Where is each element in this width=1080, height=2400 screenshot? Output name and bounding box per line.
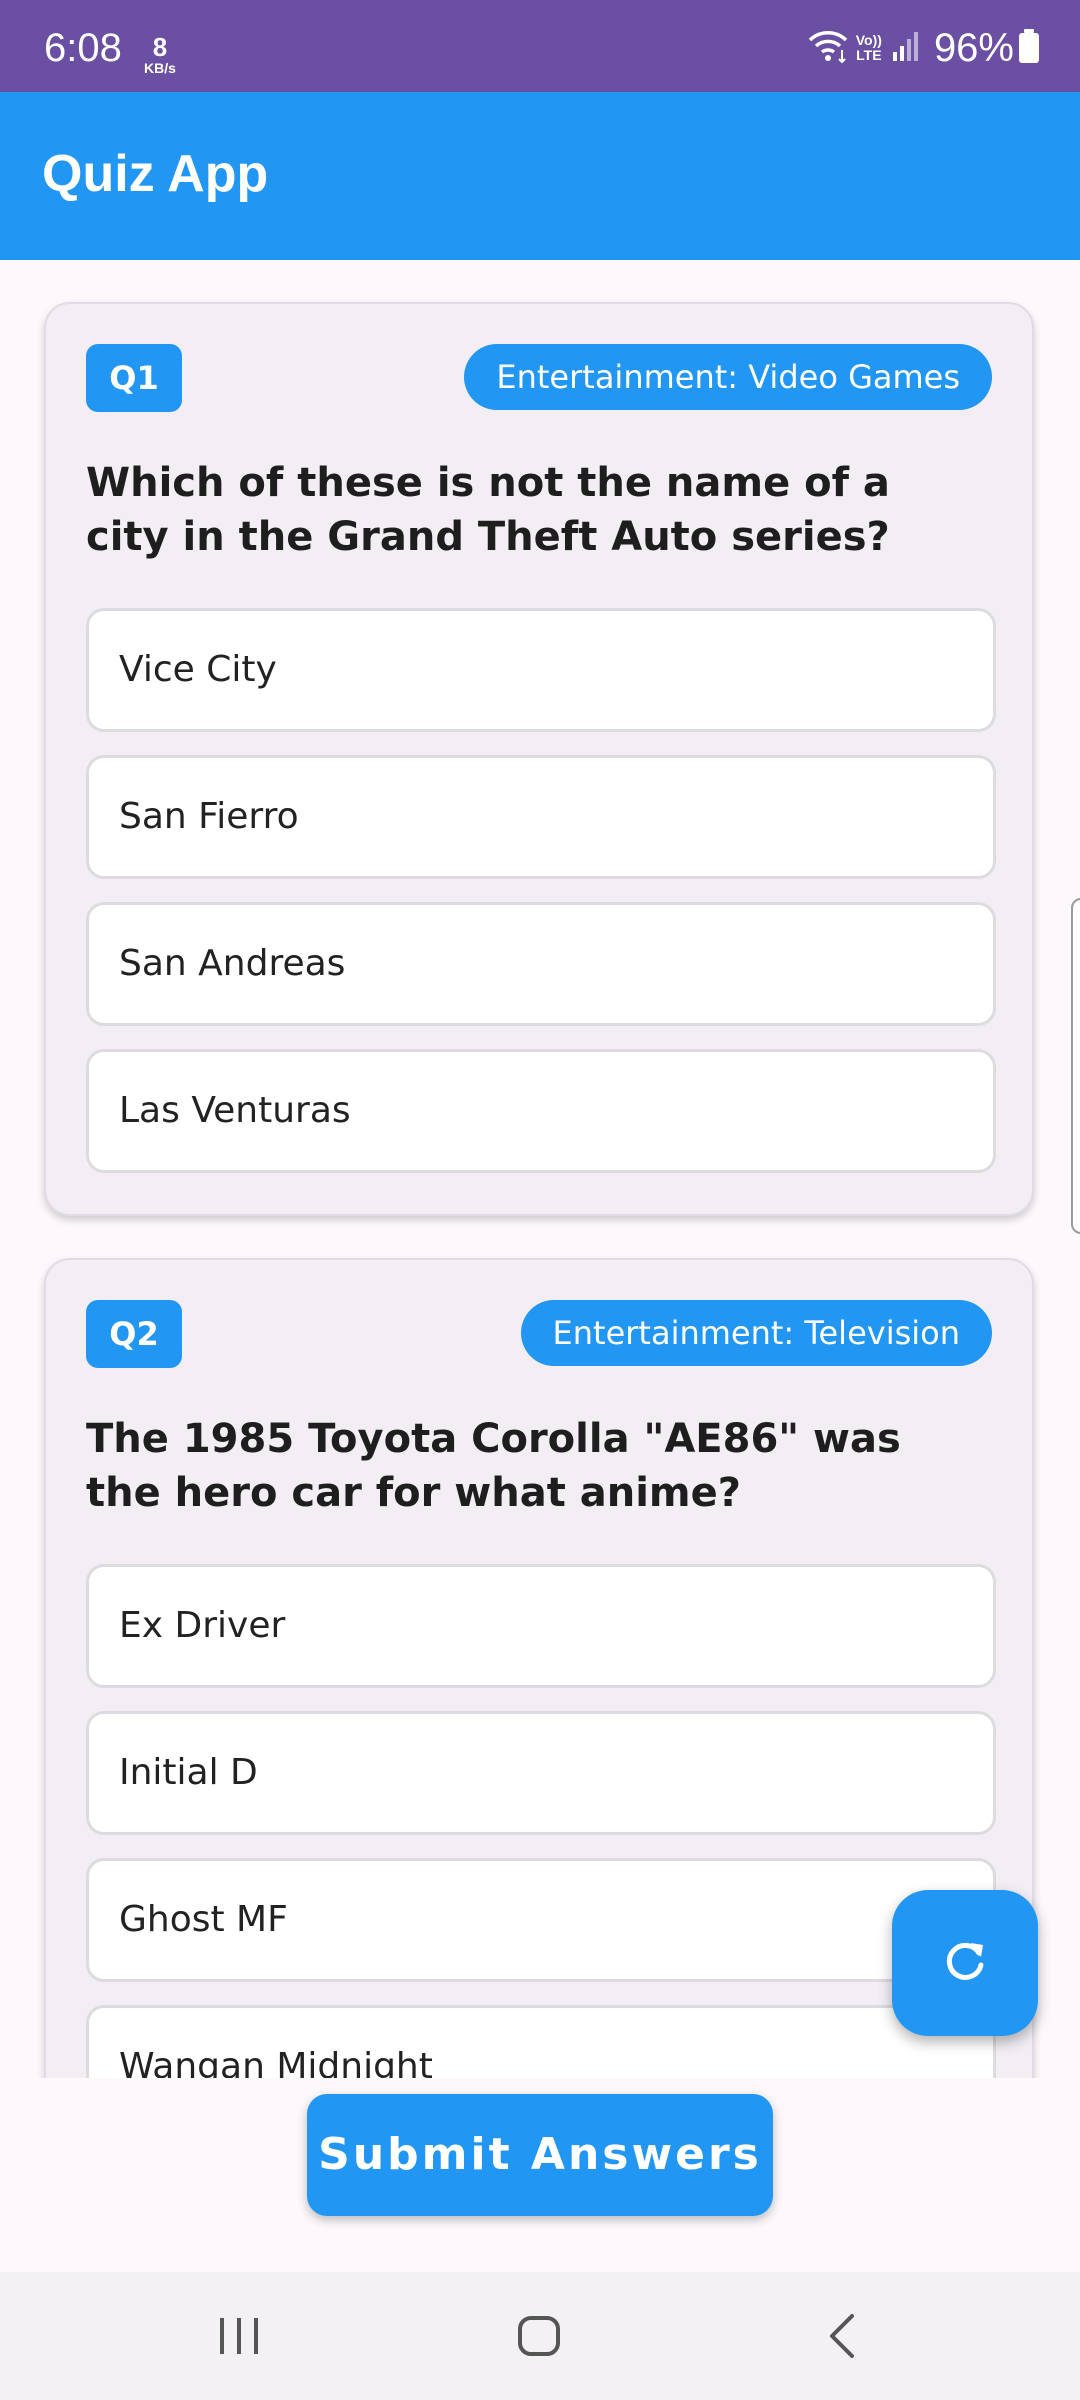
status-bar: 6:08 8 KB/s Vo)) LTE 96% [0,0,1080,92]
question-text: Which of these is not the name of a city… [86,460,890,560]
network-speed: 8 KB/s [138,34,182,75]
network-speed-value: 8 [152,32,168,62]
refresh-button[interactable] [892,1890,1038,2036]
answer-option[interactable]: Wangan Midnight [86,2005,996,2078]
quiz-screen: 6:08 8 KB/s Vo)) LTE 96% Quiz App Q1 Ent… [0,0,1080,2400]
lte-indicator: Vo)) LTE [856,33,882,62]
answer-option[interactable]: Initial D [86,1711,996,1835]
battery-percent: 96% [933,25,1014,70]
app-title: Quiz App [42,145,269,203]
app-bar: Quiz App [0,92,1080,260]
lte-label: LTE [856,47,882,63]
question-text: The 1985 Toyota Corolla "AE86" was the h… [86,1416,901,1516]
question-number-badge: Q2 [86,1300,182,1368]
category-chip: Entertainment: Video Games [464,344,992,410]
volte-label: Vo)) [855,32,882,49]
answer-option[interactable]: Las Venturas [86,1049,996,1173]
category-chip: Entertainment: Television [520,1300,992,1366]
status-time: 6:08 [44,26,122,70]
status-icons: Vo)) LTE 96% [796,25,1040,70]
question-number-badge: Q1 [86,344,182,412]
signal-icon [892,30,920,66]
recents-icon[interactable] [216,2306,262,2370]
answer-option[interactable]: Ex Driver [86,1564,996,1688]
question-card: Q2 Entertainment: Television The 1985 To… [44,1258,1034,2078]
answer-option[interactable]: San Andreas [86,902,996,1026]
back-icon[interactable] [822,2306,862,2370]
answer-option[interactable]: San Fierro [86,755,996,879]
wifi-icon [806,28,850,68]
scrollbar-thumb[interactable] [1071,898,1080,1234]
battery-icon [1018,28,1040,68]
navigation-bar [0,2272,1080,2400]
answer-option[interactable]: Ghost MF [86,1858,996,1982]
refresh-icon [939,1935,991,1991]
home-icon[interactable] [514,2306,566,2370]
network-speed-unit: KB/s [144,60,176,76]
answer-option[interactable]: Vice City [86,608,996,732]
submit-answers-button[interactable]: Submit Answers [307,2094,773,2216]
question-list[interactable]: Q1 Entertainment: Video Games Which of t… [0,260,1080,2078]
question-card: Q1 Entertainment: Video Games Which of t… [44,302,1034,1216]
